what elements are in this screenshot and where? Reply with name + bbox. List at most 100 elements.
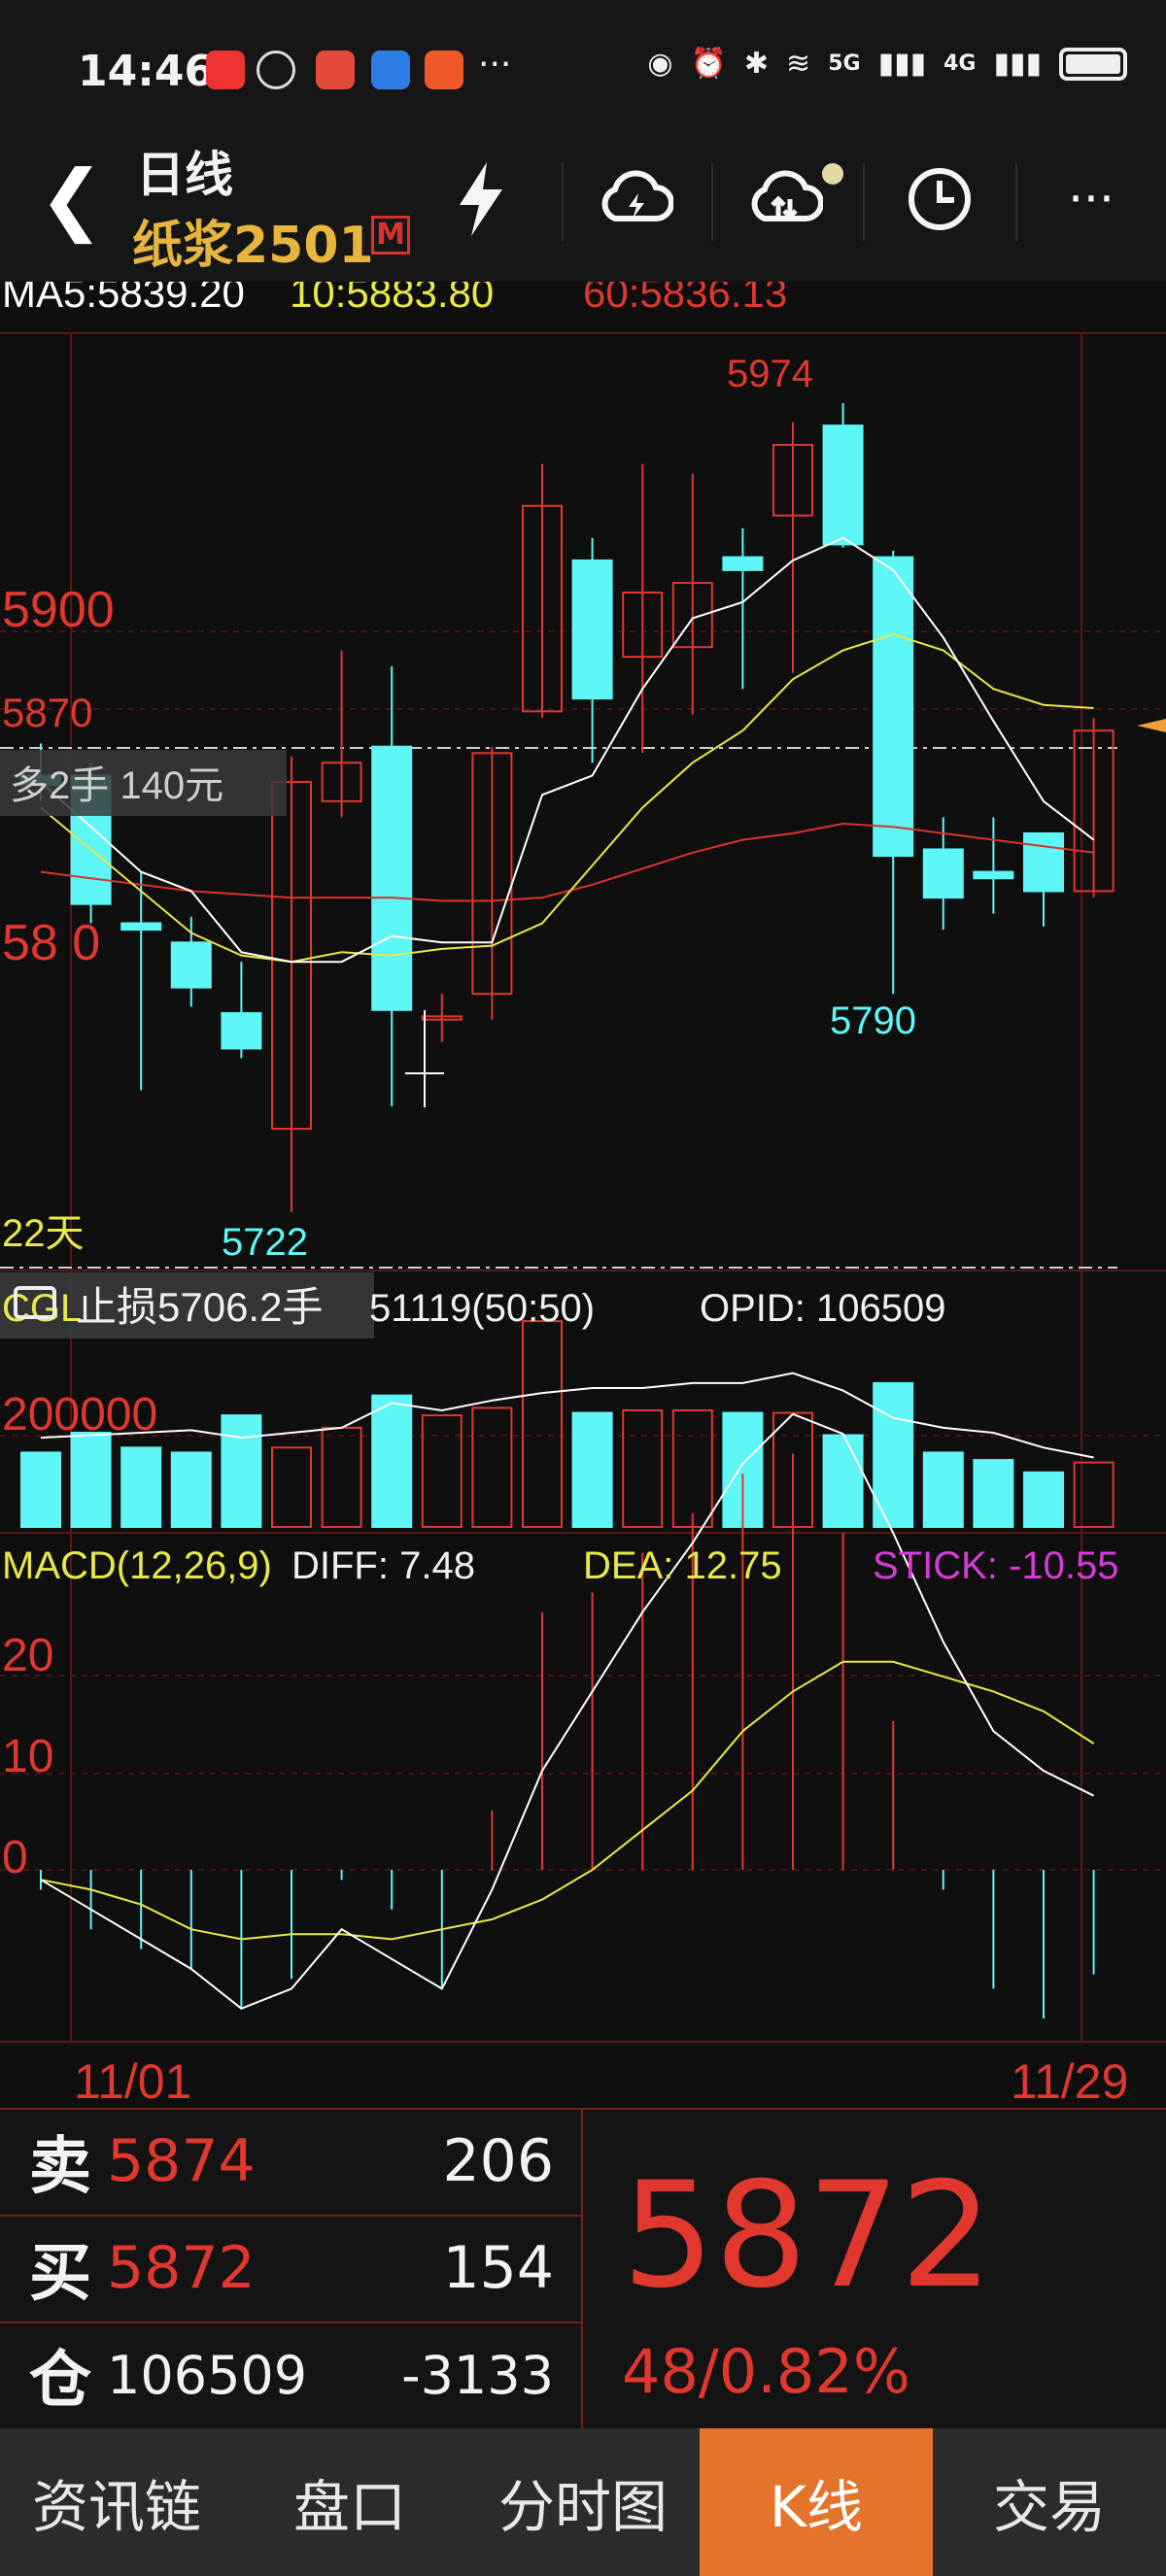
quote-row-divider (0, 2322, 581, 2323)
candle-body (170, 941, 212, 989)
signal-4g-label: 4G (943, 51, 977, 76)
candle-body (1023, 831, 1064, 893)
volume-bar (671, 1409, 713, 1528)
ma10-label: 10:5883.80 (290, 282, 494, 316)
volume-bar (622, 1409, 664, 1528)
ask-label: 卖 (29, 2130, 91, 2203)
macd-dea-line (40, 1660, 1095, 1941)
macd-axis-20: 20 (2, 1630, 53, 1681)
notification-dot (822, 163, 843, 185)
status-icons: ◉ ⏰ ✱ ≋ 5G ▮▮▮ 4G ▮▮▮ (647, 47, 1127, 81)
days-label: 22天 (2, 1212, 85, 1255)
ask-row[interactable]: 卖 5874 206 (29, 2113, 554, 2210)
volume-bar (221, 1414, 262, 1529)
macd-axis-0: 0 (2, 1832, 28, 1883)
bid-qty: 154 (442, 2234, 554, 2302)
back-button[interactable]: ❮ (39, 155, 104, 243)
cloud-app-icon (371, 51, 410, 89)
bid-price: 5872 (107, 2234, 256, 2302)
ask-price: 5874 (107, 2127, 256, 2195)
candle-body (722, 556, 764, 571)
price-axis-5900: 5900 (2, 582, 115, 638)
volume-bar (371, 1394, 413, 1528)
volume-bar (70, 1431, 112, 1529)
header-divider (863, 163, 865, 241)
signal-icon-2: ▮▮▮ (993, 47, 1042, 81)
volume-ma-line (40, 1372, 1094, 1459)
high-price-label: 5974 (727, 353, 813, 395)
low-price-label: 5790 (830, 1000, 916, 1042)
history-button[interactable] (896, 155, 983, 243)
ask-qty: 206 (442, 2127, 554, 2195)
status-time: 14:46 (78, 47, 215, 96)
oi-change: -3133 (401, 2344, 554, 2406)
tab-intraday[interactable]: 分时图 (466, 2428, 700, 2576)
oi-value: 106509 (107, 2344, 308, 2406)
bid-label: 买 (29, 2237, 91, 2310)
tab-trade[interactable]: 交易 (933, 2428, 1166, 2576)
contract-symbol[interactable]: 纸浆2501 (132, 204, 374, 277)
macd-diff: DIFF: 7.48 (292, 1544, 475, 1587)
quote-divider (581, 2110, 583, 2430)
candle-body (822, 424, 864, 546)
macd-dea: DEA: 12.75 (583, 1544, 782, 1587)
volume-bar (922, 1451, 964, 1528)
date-start-label: 11/01 (74, 2054, 191, 2108)
cloud-transfer-button[interactable] (740, 155, 828, 243)
more-dots-icon: ··· (1068, 171, 1115, 227)
volume-bar (471, 1407, 513, 1529)
candle-body (873, 556, 914, 858)
price-change: 48/0.82% (622, 2336, 910, 2407)
macd-stick: STICK: -10.55 (873, 1544, 1118, 1587)
tab-info-chain[interactable]: 资讯链 (0, 2428, 233, 2576)
bluetooth-icon: ✱ (743, 47, 770, 81)
candle-body (922, 848, 964, 899)
opid-label: OPID: 106509 (700, 1287, 946, 1330)
quote-row-divider (0, 2215, 581, 2217)
volume-bar (271, 1446, 312, 1529)
volume-bar (571, 1411, 613, 1528)
volume-bar (421, 1414, 463, 1529)
candle-body (571, 559, 613, 700)
cloud-transfer-icon (751, 170, 823, 221)
kline-chart[interactable]: MA5:5839.20 10:5883.80 60:5836.13 5900 5… (0, 282, 1166, 2108)
header-divider (562, 163, 564, 241)
crosshair-marker (405, 1010, 444, 1107)
position-label[interactable]: 多2手 140元 (10, 764, 223, 807)
flag-app-icon (425, 51, 463, 89)
candle-body (221, 1012, 262, 1050)
listen-app-icon (316, 51, 355, 89)
volume-bars-layer (20, 1320, 1115, 1529)
tab-kline[interactable]: K线 (700, 2428, 933, 2576)
eye-icon: ◉ (647, 47, 673, 81)
current-price-arrow (1137, 719, 1166, 732)
more-button[interactable]: ··· (1047, 155, 1135, 243)
volume-bar (120, 1446, 162, 1529)
lightning-button[interactable] (437, 155, 525, 243)
header-divider (711, 163, 713, 241)
lightning-icon (460, 162, 502, 236)
bottom-nav: 资讯链 盘口 分时图 K线 交易 (0, 2428, 1166, 2576)
candle-body (973, 870, 1014, 880)
tab-order-book[interactable]: 盘口 (233, 2428, 466, 2576)
macd-axis-10: 10 (2, 1731, 53, 1782)
last-price: 5872 (622, 2152, 993, 2321)
volume-bar (973, 1459, 1014, 1528)
battery-icon (1059, 47, 1127, 81)
volume-bar (1073, 1461, 1115, 1529)
video-app-icon (206, 51, 245, 89)
candle-body (371, 745, 413, 1011)
ma5-label: MA5:5839.20 (2, 282, 245, 316)
volume-bar (1023, 1471, 1064, 1529)
main-contract-badge: M (371, 216, 410, 254)
alarm-icon: ⏰ (690, 47, 727, 81)
volume-bar (822, 1434, 864, 1528)
cloud-sync-button[interactable] (591, 155, 678, 243)
bid-row[interactable]: 买 5872 154 (29, 2220, 554, 2317)
signal-icon: ▮▮▮ (877, 47, 927, 81)
ma60-label: 60:5836.13 (583, 282, 787, 316)
volume-bar (321, 1426, 362, 1528)
open-interest-row: 仓 106509 -3133 (29, 2326, 554, 2423)
volume-bar (20, 1451, 61, 1528)
stop-loss-label[interactable]: 止损5706.2手 (76, 1284, 323, 1330)
